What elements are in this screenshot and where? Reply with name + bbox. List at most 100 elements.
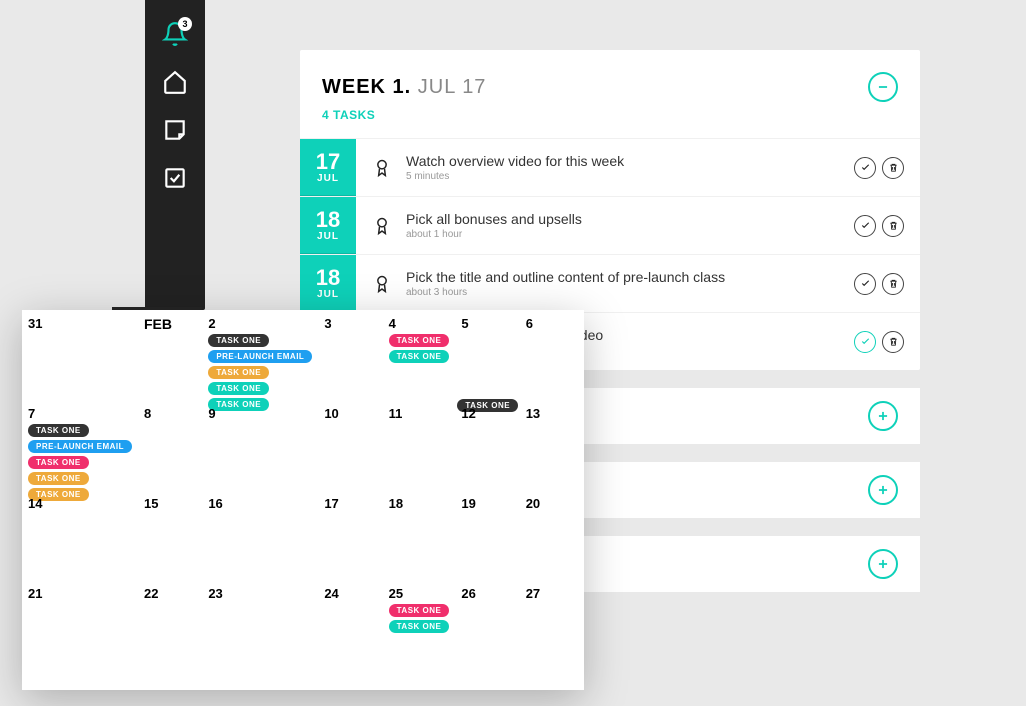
- calendar-cell[interactable]: 26: [455, 580, 519, 670]
- calendar-grid: 31 FEB 2 TASK ONE PRE-LAUNCH EMAIL TASK ONE TA…: [22, 310, 584, 670]
- minus-icon: [876, 80, 890, 94]
- plus-icon: [876, 409, 890, 423]
- tasks-button[interactable]: [161, 164, 189, 192]
- calendar-cell[interactable]: 13: [520, 400, 584, 490]
- calendar-cell[interactable]: 2 TASK ONE PRE-LAUNCH EMAIL TASK ONE TASK ON…: [202, 310, 318, 400]
- calendar-day-number: 21: [28, 586, 132, 601]
- notifications-button[interactable]: 3: [161, 20, 189, 48]
- calendar-event-pill[interactable]: TASK ONE: [389, 620, 450, 633]
- calendar-day-number: 31: [28, 316, 132, 331]
- calendar-cell[interactable]: 10: [318, 400, 382, 490]
- calendar-event-pill[interactable]: TASK ONE: [389, 350, 450, 363]
- calendar-cell[interactable]: 7 TASK ONE PRE-LAUNCH EMAIL TASK ONE TASK ON…: [22, 400, 138, 490]
- calendar-cell[interactable]: 22: [138, 580, 202, 670]
- calendar-cell[interactable]: 5TASK ONE: [455, 310, 519, 400]
- expand-button[interactable]: [868, 401, 898, 431]
- delete-button[interactable]: [882, 331, 904, 353]
- calendar-day-number: 20: [526, 496, 578, 511]
- week-title-light: JUL 17: [411, 76, 486, 98]
- calendar-cell[interactable]: 27: [520, 580, 584, 670]
- delete-button[interactable]: [882, 273, 904, 295]
- calendar-cell[interactable]: 8: [138, 400, 202, 490]
- check-square-icon: [162, 165, 188, 191]
- task-text: Pick the title and outline content of pr…: [406, 269, 840, 298]
- task-actions: [854, 215, 904, 237]
- expand-button[interactable]: [868, 549, 898, 579]
- calendar-day-number: 17: [324, 496, 376, 511]
- task-body: Pick all bonuses and upsellsabout 1 hour: [356, 197, 920, 254]
- calendar-event-pill[interactable]: TASK ONE: [208, 366, 269, 379]
- week-subtitle: 4 TASKS: [300, 108, 920, 138]
- task-duration: 5 minutes: [406, 171, 840, 182]
- complete-button[interactable]: [854, 215, 876, 237]
- calendar-day-number: 24: [324, 586, 376, 601]
- task-duration: about 3 hours: [406, 287, 840, 298]
- task-row: 18JULPick all bonuses and upsellsabout 1…: [300, 196, 920, 254]
- calendar-cell[interactable]: 23: [202, 580, 318, 670]
- week-title: WEEK 1. JUL 17: [322, 76, 486, 99]
- home-icon: [162, 69, 188, 95]
- home-button[interactable]: [161, 68, 189, 96]
- check-icon: [860, 278, 871, 289]
- trash-icon: [888, 220, 899, 231]
- task-day: 18: [316, 267, 340, 289]
- calendar-cell[interactable]: FEB: [138, 310, 202, 400]
- calendar-day-number: 12: [461, 406, 513, 421]
- calendar-cell[interactable]: 15: [138, 490, 202, 580]
- task-date-chip: 18JUL: [300, 197, 356, 254]
- task-date-chip: 17JUL: [300, 139, 356, 196]
- calendar-cell[interactable]: 3: [318, 310, 382, 400]
- complete-button[interactable]: [854, 273, 876, 295]
- check-icon: [860, 220, 871, 231]
- delete-button[interactable]: [882, 215, 904, 237]
- calendar-day-number: 7: [28, 406, 132, 421]
- calendar-event-pill[interactable]: TASK ONE: [28, 456, 89, 469]
- calendar-event-pill[interactable]: TASK ONE: [208, 382, 269, 395]
- calendar-day-number: 15: [144, 496, 196, 511]
- sidebar: 3: [145, 0, 205, 310]
- calendar-event-pill[interactable]: TASK ONE: [389, 334, 450, 347]
- notification-badge: 3: [178, 17, 192, 31]
- calendar-day-number: 18: [389, 496, 450, 511]
- task-duration: about 1 hour: [406, 229, 840, 240]
- calendar-month-label: FEB: [144, 316, 196, 332]
- calendar-cell[interactable]: 12: [455, 400, 519, 490]
- calendar-cell[interactable]: 11: [383, 400, 456, 490]
- calendar-cell[interactable]: 31: [22, 310, 138, 400]
- calendar-day-number: 2: [208, 316, 312, 331]
- task-row: 17JUL Watch overview video for this week5…: [300, 138, 920, 196]
- check-icon: [860, 162, 871, 173]
- calendar-cell[interactable]: 4 TASK ONE TASK ONE: [383, 310, 456, 400]
- calendar-event-pill[interactable]: TASK ONE: [28, 472, 89, 485]
- calendar-cell[interactable]: 21: [22, 580, 138, 670]
- calendar-cell[interactable]: 19: [455, 490, 519, 580]
- calendar-cell[interactable]: 17: [318, 490, 382, 580]
- calendar-event-pill[interactable]: TASK ONE: [389, 604, 450, 617]
- calendar-day-number: 4: [389, 316, 450, 331]
- task-text: Watch overview video for this week5 minu…: [406, 153, 840, 182]
- delete-button[interactable]: [882, 157, 904, 179]
- task-month: JUL: [317, 173, 339, 184]
- calendar-cell[interactable]: 6: [520, 310, 584, 400]
- collapse-button[interactable]: [868, 72, 898, 102]
- complete-button[interactable]: [854, 157, 876, 179]
- calendar-cell[interactable]: 24: [318, 580, 382, 670]
- calendar-event-pill[interactable]: PRE-LAUNCH EMAIL: [28, 440, 132, 453]
- calendar-day-number: 6: [526, 316, 578, 331]
- calendar-day-number: 8: [144, 406, 196, 421]
- calendar-cell[interactable]: 20: [520, 490, 584, 580]
- expand-button[interactable]: [868, 475, 898, 505]
- calendar-cell[interactable]: 18: [383, 490, 456, 580]
- calendar-cell[interactable]: 9: [202, 400, 318, 490]
- calendar-event-pill[interactable]: TASK ONE: [208, 334, 269, 347]
- complete-button[interactable]: [854, 331, 876, 353]
- calendar-day-number: 23: [208, 586, 312, 601]
- calendar-event-pill[interactable]: PRE-LAUNCH EMAIL: [208, 350, 312, 363]
- notes-button[interactable]: [161, 116, 189, 144]
- calendar-cell[interactable]: 16: [202, 490, 318, 580]
- calendar-cell[interactable]: 25TASK ONETASK ONE: [383, 580, 456, 670]
- calendar-event-pill[interactable]: TASK ONE: [28, 424, 89, 437]
- calendar-day-number: 11: [389, 406, 450, 421]
- calendar-day-number: 3: [324, 316, 376, 331]
- calendar-cell[interactable]: 14: [22, 490, 138, 580]
